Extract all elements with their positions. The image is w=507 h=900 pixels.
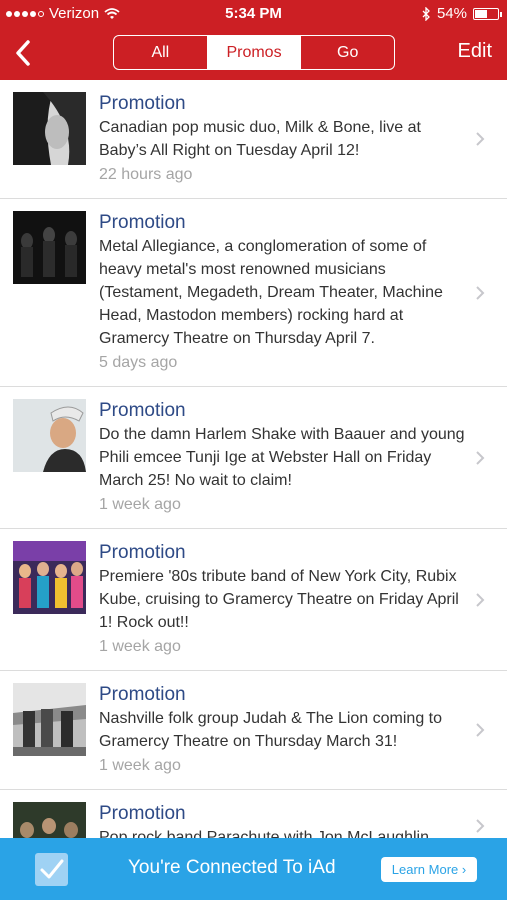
promotion-title: Promotion: [99, 803, 186, 824]
learn-more-button[interactable]: Learn More ›: [381, 857, 477, 882]
promotion-time: 1 week ago: [99, 496, 181, 513]
promotion-text: Metal Allegiance, a conglomeration of so…: [99, 238, 443, 347]
promotion-text: Premiere '80s tribute band of New York C…: [99, 568, 459, 631]
chevron-left-icon: [16, 40, 30, 66]
promotion-time: 1 week ago: [99, 757, 181, 774]
chevron-right-icon: [476, 818, 485, 833]
status-right: 54%: [422, 5, 502, 22]
chevron-right-icon: [476, 723, 485, 737]
list-item[interactable]: Promotion Canadian pop music duo, Milk &…: [0, 80, 507, 199]
ad-message: You're Connected To iAd: [128, 857, 336, 878]
battery-icon: [473, 7, 502, 20]
promotion-title: Promotion: [99, 212, 186, 233]
checkmark-icon: [35, 853, 68, 886]
battery-percent: 54%: [436, 5, 467, 22]
segmented-control: All Promos Go: [113, 35, 395, 70]
list-item[interactable]: Promotion Do the damn Harlem Shake with …: [0, 387, 507, 529]
promotion-thumbnail: [13, 92, 86, 165]
promotion-title: Promotion: [99, 400, 186, 421]
tab-go[interactable]: Go: [301, 36, 394, 69]
promotion-thumbnail: [13, 399, 86, 472]
chevron-right-icon: [476, 450, 485, 465]
chevron-right-icon: [476, 285, 485, 300]
edit-button[interactable]: Edit: [458, 40, 492, 63]
promotion-text: Canadian pop music duo, Milk & Bone, liv…: [99, 119, 421, 159]
promotion-time: 5 days ago: [99, 354, 178, 371]
back-button[interactable]: [10, 37, 40, 69]
promotion-text: Nashville folk group Judah & The Lion co…: [99, 710, 443, 750]
tab-all[interactable]: All: [114, 36, 208, 69]
promotion-thumbnail: [13, 211, 86, 284]
bluetooth-icon: [422, 6, 430, 21]
ad-banner[interactable]: You're Connected To iAd Learn More ›: [0, 838, 507, 900]
navigation-bar: All Promos Go Edit: [0, 27, 507, 80]
chevron-right-icon: [476, 132, 485, 146]
promotion-time: 1 week ago: [99, 638, 181, 655]
tab-promos[interactable]: Promos: [207, 36, 302, 69]
list-item[interactable]: Promotion Nashville folk group Judah & T…: [0, 671, 507, 790]
promotion-thumbnail: [13, 802, 86, 838]
list-item[interactable]: Promotion Premiere '80s tribute band of …: [0, 529, 507, 671]
promotion-title: Promotion: [99, 542, 186, 563]
list-item[interactable]: Promotion Metal Allegiance, a conglomera…: [0, 199, 507, 387]
promotion-list: Promotion Canadian pop music duo, Milk &…: [0, 80, 507, 838]
promotion-text: Pop rock band Parachute with Jon McLaugh…: [99, 829, 429, 838]
list-item[interactable]: Promotion Pop rock band Parachute with J…: [0, 790, 507, 838]
chevron-right-icon: [476, 592, 485, 607]
promotion-thumbnail: [13, 541, 86, 614]
promotion-thumbnail: [13, 683, 86, 756]
promotion-title: Promotion: [99, 684, 186, 705]
status-bar: Verizon 5:34 PM 54%: [0, 0, 507, 27]
promotion-time: 22 hours ago: [99, 166, 193, 183]
promotion-title: Promotion: [99, 93, 186, 114]
promotion-text: Do the damn Harlem Shake with Baauer and…: [99, 426, 465, 489]
